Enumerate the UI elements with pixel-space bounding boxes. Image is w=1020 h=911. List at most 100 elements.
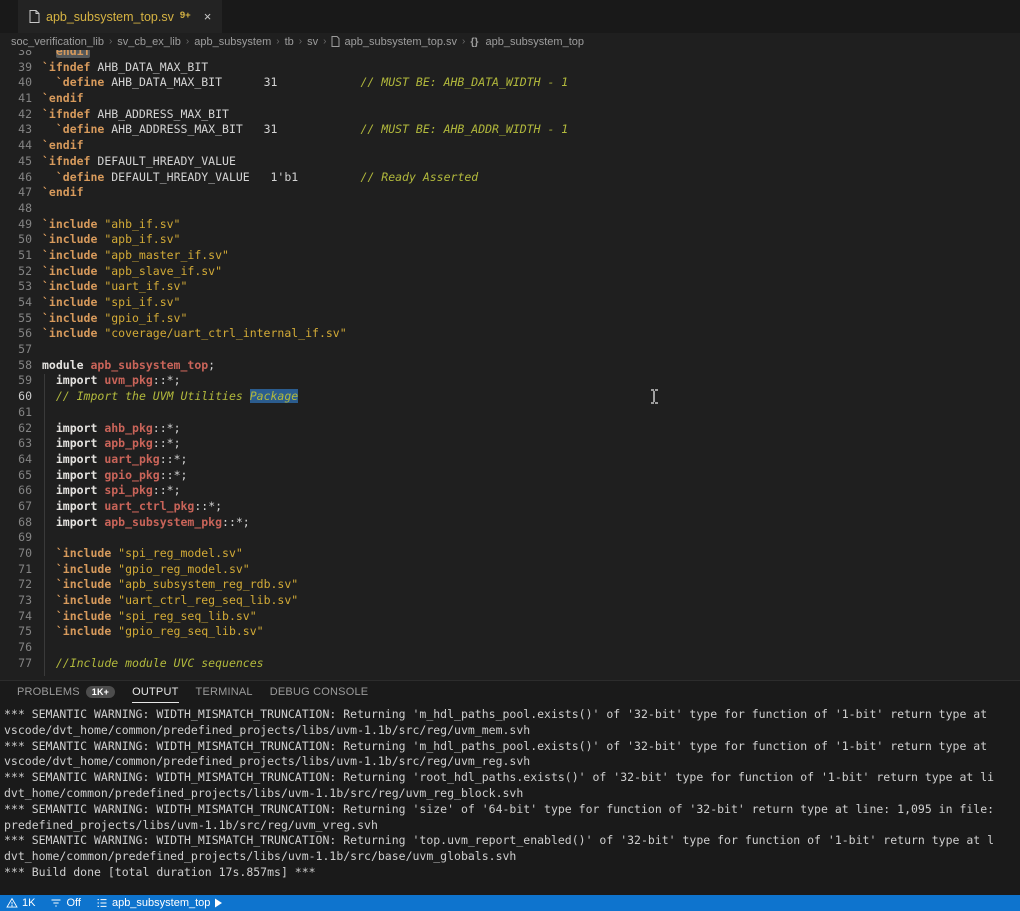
status-item-off[interactable]: Off <box>50 897 80 909</box>
breadcrumb-item[interactable]: soc_verification_lib <box>11 36 104 48</box>
code-line[interactable]: 66 import spi_pkg::*; <box>0 483 1020 499</box>
code-line[interactable]: 45`ifndef DEFAULT_HREADY_VALUE <box>0 154 1020 170</box>
code-token: //Include module UVC sequences <box>56 656 264 670</box>
code-line[interactable]: 57 <box>0 342 1020 358</box>
code-line[interactable]: 55`include "gpio_if.sv" <box>0 311 1020 327</box>
code-line-content: `ifndef DEFAULT_HREADY_VALUE <box>42 154 236 170</box>
output-console[interactable]: *** SEMANTIC WARNING: WIDTH_MISMATCH_TRU… <box>0 703 1020 881</box>
code-line[interactable]: 54`include "spi_if.sv" <box>0 295 1020 311</box>
code-line[interactable]: 65 import gpio_pkg::*; <box>0 468 1020 484</box>
code-line[interactable]: 48 <box>0 201 1020 217</box>
code-token: `include <box>42 248 97 262</box>
code-line[interactable]: 47`endif <box>0 185 1020 201</box>
line-number: 49 <box>0 217 32 233</box>
code-token: import <box>56 468 98 482</box>
code-line[interactable]: 63 import apb_pkg::*; <box>0 436 1020 452</box>
symbol-module-icon: {} <box>470 36 478 48</box>
code-line[interactable]: 64 import uart_pkg::*; <box>0 452 1020 468</box>
breadcrumb-file[interactable]: apb_subsystem_top.sv <box>331 36 457 48</box>
file-icon <box>29 10 40 23</box>
tab-apb-subsystem-top[interactable]: apb_subsystem_top.sv 9+ × <box>18 0 222 33</box>
code-line[interactable]: 73 `include "uart_ctrl_reg_seq_lib.sv" <box>0 593 1020 609</box>
output-line: dvt_home/common/predefined_projects/libs… <box>4 849 1020 865</box>
panel-tab-label: DEBUG CONSOLE <box>270 686 369 698</box>
code-token: "gpio_reg_model.sv" <box>111 562 249 576</box>
code-line[interactable]: 69 <box>0 530 1020 546</box>
code-line[interactable]: 46 `define DEFAULT_HREADY_VALUE 1'b1 // … <box>0 170 1020 186</box>
code-line[interactable]: 38 `endif <box>0 50 1020 60</box>
line-number: 54 <box>0 295 32 311</box>
code-line[interactable]: 49`include "ahb_if.sv" <box>0 217 1020 233</box>
code-line[interactable]: 51`include "apb_master_if.sv" <box>0 248 1020 264</box>
indent-guide <box>44 374 45 676</box>
code-line[interactable]: 44`endif <box>0 138 1020 154</box>
status-item-apb_subsystem_top[interactable]: apb_subsystem_top <box>96 897 223 909</box>
code-line[interactable]: 59 import uvm_pkg::*; <box>0 373 1020 389</box>
code-line[interactable]: 42`ifndef AHB_ADDRESS_MAX_BIT <box>0 107 1020 123</box>
bottom-panel: PROBLEMS1K+ OUTPUT TERMINAL DEBUG CONSOLE *… <box>0 680 1020 896</box>
code-line[interactable]: 58module apb_subsystem_top; <box>0 358 1020 374</box>
code-line[interactable]: 56`include "coverage/uart_ctrl_internal_… <box>0 326 1020 342</box>
code-line[interactable]: 71 `include "gpio_reg_model.sv" <box>0 562 1020 578</box>
code-token: apb_subsystem_top <box>84 358 209 372</box>
code-token: ::*; <box>153 483 181 497</box>
code-line[interactable]: 53`include "uart_if.sv" <box>0 279 1020 295</box>
code-line[interactable]: 67 import uart_ctrl_pkg::*; <box>0 499 1020 515</box>
code-editor[interactable]: 38 `endif39`ifndef AHB_DATA_MAX_BIT40 `d… <box>0 50 1020 680</box>
code-line-content: `include "spi_reg_model.sv" <box>42 546 243 562</box>
output-line: *** SEMANTIC WARNING: WIDTH_MISMATCH_TRU… <box>4 707 1020 723</box>
panel-tab-problems[interactable]: PROBLEMS1K+ <box>17 682 115 703</box>
play-icon[interactable] <box>214 898 223 908</box>
panel-tab-output[interactable]: OUTPUT <box>132 681 178 703</box>
code-line[interactable]: 72 `include "apb_subsystem_reg_rdb.sv" <box>0 577 1020 593</box>
code-line[interactable]: 43 `define AHB_ADDRESS_MAX_BIT 31 // MUS… <box>0 122 1020 138</box>
breadcrumb-symbol-label: apb_subsystem_top <box>486 36 584 48</box>
code-line[interactable]: 52`include "apb_slave_if.sv" <box>0 264 1020 280</box>
code-token: uart_ctrl_pkg <box>97 499 194 513</box>
breadcrumb-item[interactable]: sv_cb_ex_lib <box>117 36 181 48</box>
breadcrumb-item[interactable]: apb_subsystem <box>194 36 271 48</box>
output-line: vscode/dvt_home/common/predefined_projec… <box>4 723 1020 739</box>
line-number: 72 <box>0 577 32 593</box>
code-line[interactable]: 40 `define AHB_DATA_MAX_BIT 31 // MUST B… <box>0 75 1020 91</box>
close-icon[interactable]: × <box>204 10 212 23</box>
code-line[interactable]: 70 `include "spi_reg_model.sv" <box>0 546 1020 562</box>
code-line[interactable]: 68 import apb_subsystem_pkg::*; <box>0 515 1020 531</box>
panel-tab-terminal[interactable]: TERMINAL <box>196 682 253 703</box>
code-line[interactable]: 39`ifndef AHB_DATA_MAX_BIT <box>0 60 1020 76</box>
code-line[interactable]: 61 <box>0 405 1020 421</box>
code-line[interactable]: 74 `include "spi_reg_seq_lib.sv" <box>0 609 1020 625</box>
output-line: predefined_projects/libs/uvm-1.1b/src/re… <box>4 818 1020 834</box>
line-number: 63 <box>0 436 32 452</box>
code-line[interactable]: 76 <box>0 640 1020 656</box>
code-token: `include <box>42 311 97 325</box>
code-line[interactable]: 75 `include "gpio_reg_seq_lib.sv" <box>0 624 1020 640</box>
code-line[interactable]: 62 import ahb_pkg::*; <box>0 421 1020 437</box>
output-line: vscode/dvt_home/common/predefined_projec… <box>4 754 1020 770</box>
code-token: import <box>56 483 98 497</box>
filter-icon <box>50 897 62 909</box>
breadcrumb-symbol[interactable]: {} apb_subsystem_top <box>470 36 584 48</box>
code-token <box>42 75 56 89</box>
code-token: DEFAULT_HREADY_VALUE 1'b1 <box>104 170 298 184</box>
line-number: 50 <box>0 232 32 248</box>
panel-tab-debug-console[interactable]: DEBUG CONSOLE <box>270 682 369 703</box>
code-line-content: `include "uart_ctrl_reg_seq_lib.sv" <box>42 593 298 609</box>
code-token: endif <box>56 50 91 58</box>
chevron-right-icon: › <box>462 36 465 47</box>
line-number: 57 <box>0 342 32 358</box>
code-line[interactable]: 41`endif <box>0 91 1020 107</box>
code-token: `endif <box>42 185 84 199</box>
breadcrumb-item[interactable]: sv <box>307 36 318 48</box>
code-line[interactable]: 60 // Import the UVM Utilities Package <box>0 389 1020 405</box>
code-token: // Ready Asserted <box>298 170 478 184</box>
code-line[interactable]: 50`include "apb_if.sv" <box>0 232 1020 248</box>
status-item-1k[interactable]: 1K <box>6 897 35 909</box>
chevron-right-icon: › <box>299 36 302 47</box>
tab-bar: apb_subsystem_top.sv 9+ × <box>0 0 1020 33</box>
breadcrumb-item[interactable]: tb <box>285 36 294 48</box>
problems-count-badge: 1K+ <box>86 686 115 698</box>
code-token: "spi_if.sv" <box>97 295 180 309</box>
code-line[interactable]: 77 //Include module UVC sequences <box>0 656 1020 672</box>
code-token: ahb_pkg <box>97 421 152 435</box>
